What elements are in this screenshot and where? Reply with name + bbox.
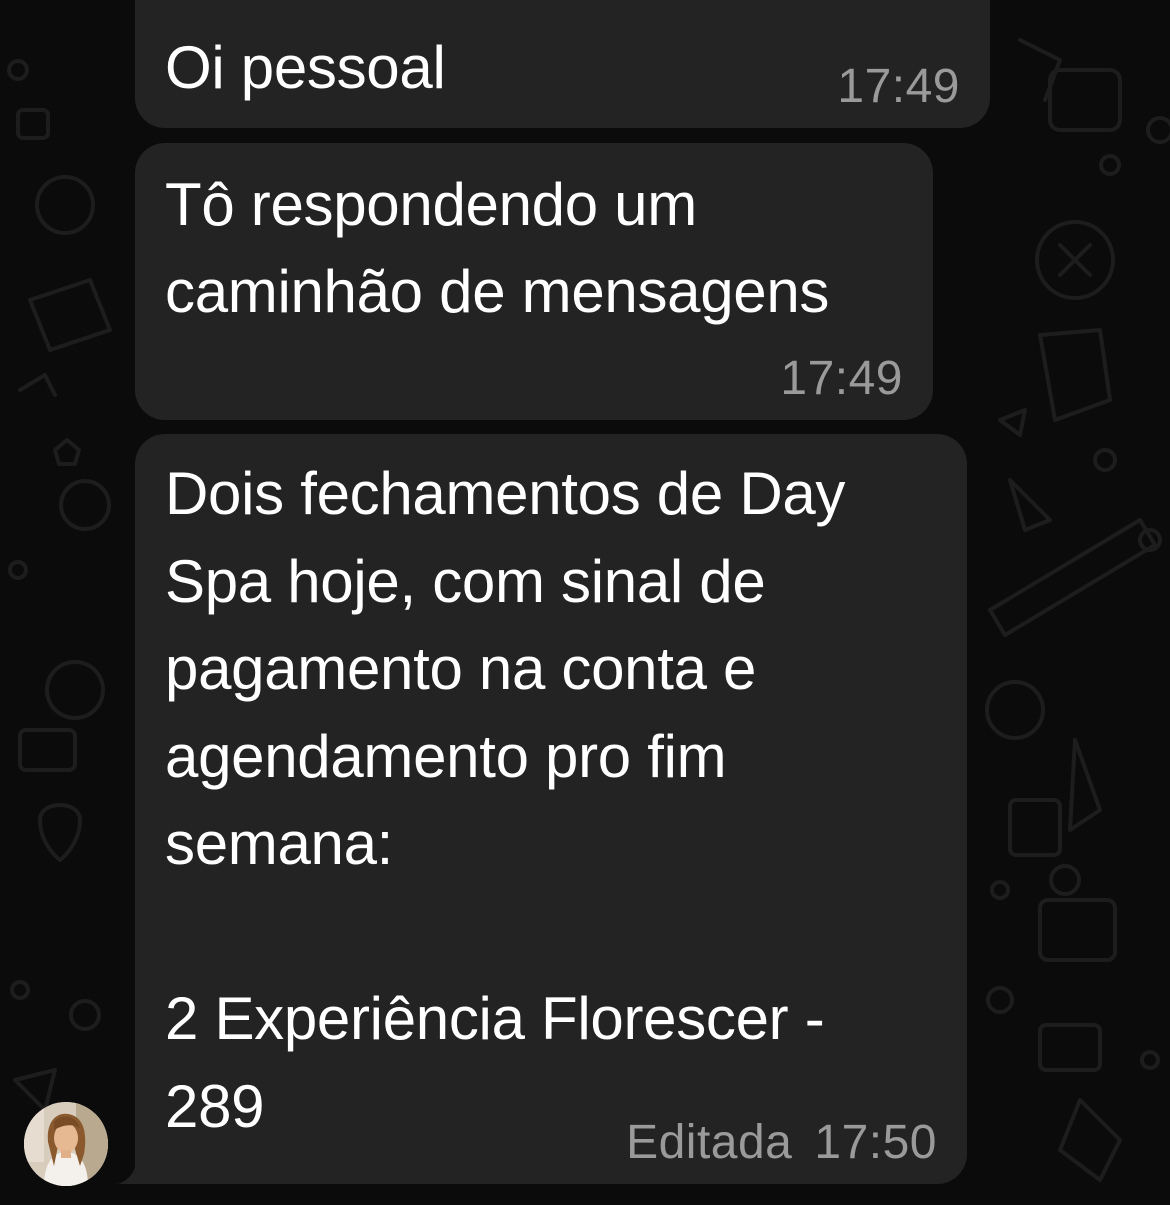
message-bubble[interactable]: Oi pessoal 17:49 [135, 0, 990, 128]
message-meta: Editada 17:50 [626, 1115, 937, 1170]
message-meta: 17:49 [837, 59, 960, 114]
message-time: 17:50 [814, 1116, 937, 1169]
message-meta: 17:49 [780, 351, 903, 406]
message-bubble[interactable]: Dois fechamentos de Day Spa hoje, com si… [135, 434, 967, 1184]
contact-photo-icon [24, 1102, 108, 1186]
message-list: Oi pessoal 17:49 Tô respondendo um camin… [0, 0, 1170, 1205]
message-text: Tô respondendo um caminhão de mensagens [165, 171, 830, 325]
bubble-tail-icon [118, 1160, 158, 1184]
message-time: 17:49 [837, 60, 960, 113]
message-text: Dois fechamentos de Day Spa hoje, com si… [165, 460, 846, 1140]
edited-label: Editada [626, 1116, 793, 1169]
message-bubble[interactable]: Tô respondendo um caminhão de mensagens … [135, 143, 933, 420]
message-time: 17:49 [780, 352, 903, 405]
contact-avatar[interactable] [24, 1102, 108, 1186]
